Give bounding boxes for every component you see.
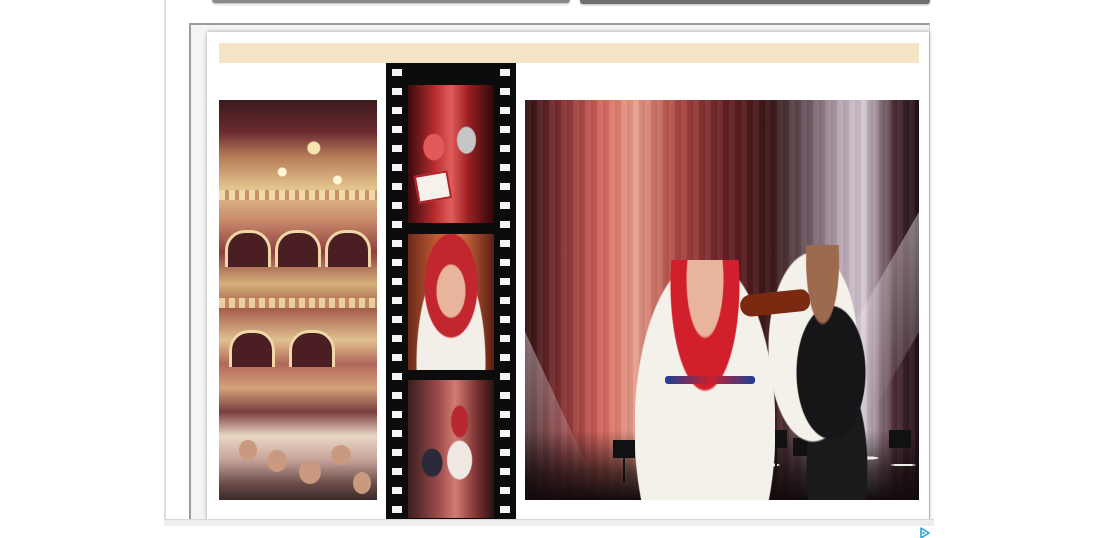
film-strip-collage[interactable] [386,63,516,520]
balcony-arch [325,230,371,267]
film-sprocket-holes [500,63,510,520]
balcony-arch [289,330,335,367]
film-sprocket-holes [392,63,402,520]
audience-member [353,472,371,494]
film-frame-portrait [408,234,494,370]
balcony-arch [225,230,271,267]
violinist-figure [765,245,885,500]
page [0,0,1096,538]
bottom-divider [164,519,934,526]
adchoices-icon-glyph [920,527,930,538]
balcony-arch [229,330,275,367]
balcony-arch [275,230,321,267]
top-panel-edge-right [580,0,930,4]
audience-member [299,460,321,484]
top-panel-edge-left [212,0,570,3]
gallery-header-band [219,43,919,63]
left-divider [164,0,166,520]
music-stand [889,430,911,448]
award-sign [413,170,453,204]
theatre-interior-photo[interactable] [219,100,377,500]
audience-member [267,450,287,472]
singer-belt [665,376,755,384]
audience-member [239,440,257,460]
balcony-rail [219,298,377,308]
film-frame-stage [408,380,494,518]
adchoices-icon[interactable] [918,526,932,538]
balcony-rail [219,190,377,200]
music-stand-leg [623,456,625,482]
stage-performance-photo[interactable] [525,100,919,500]
audience-member [331,445,351,465]
film-frame-award [408,85,494,223]
